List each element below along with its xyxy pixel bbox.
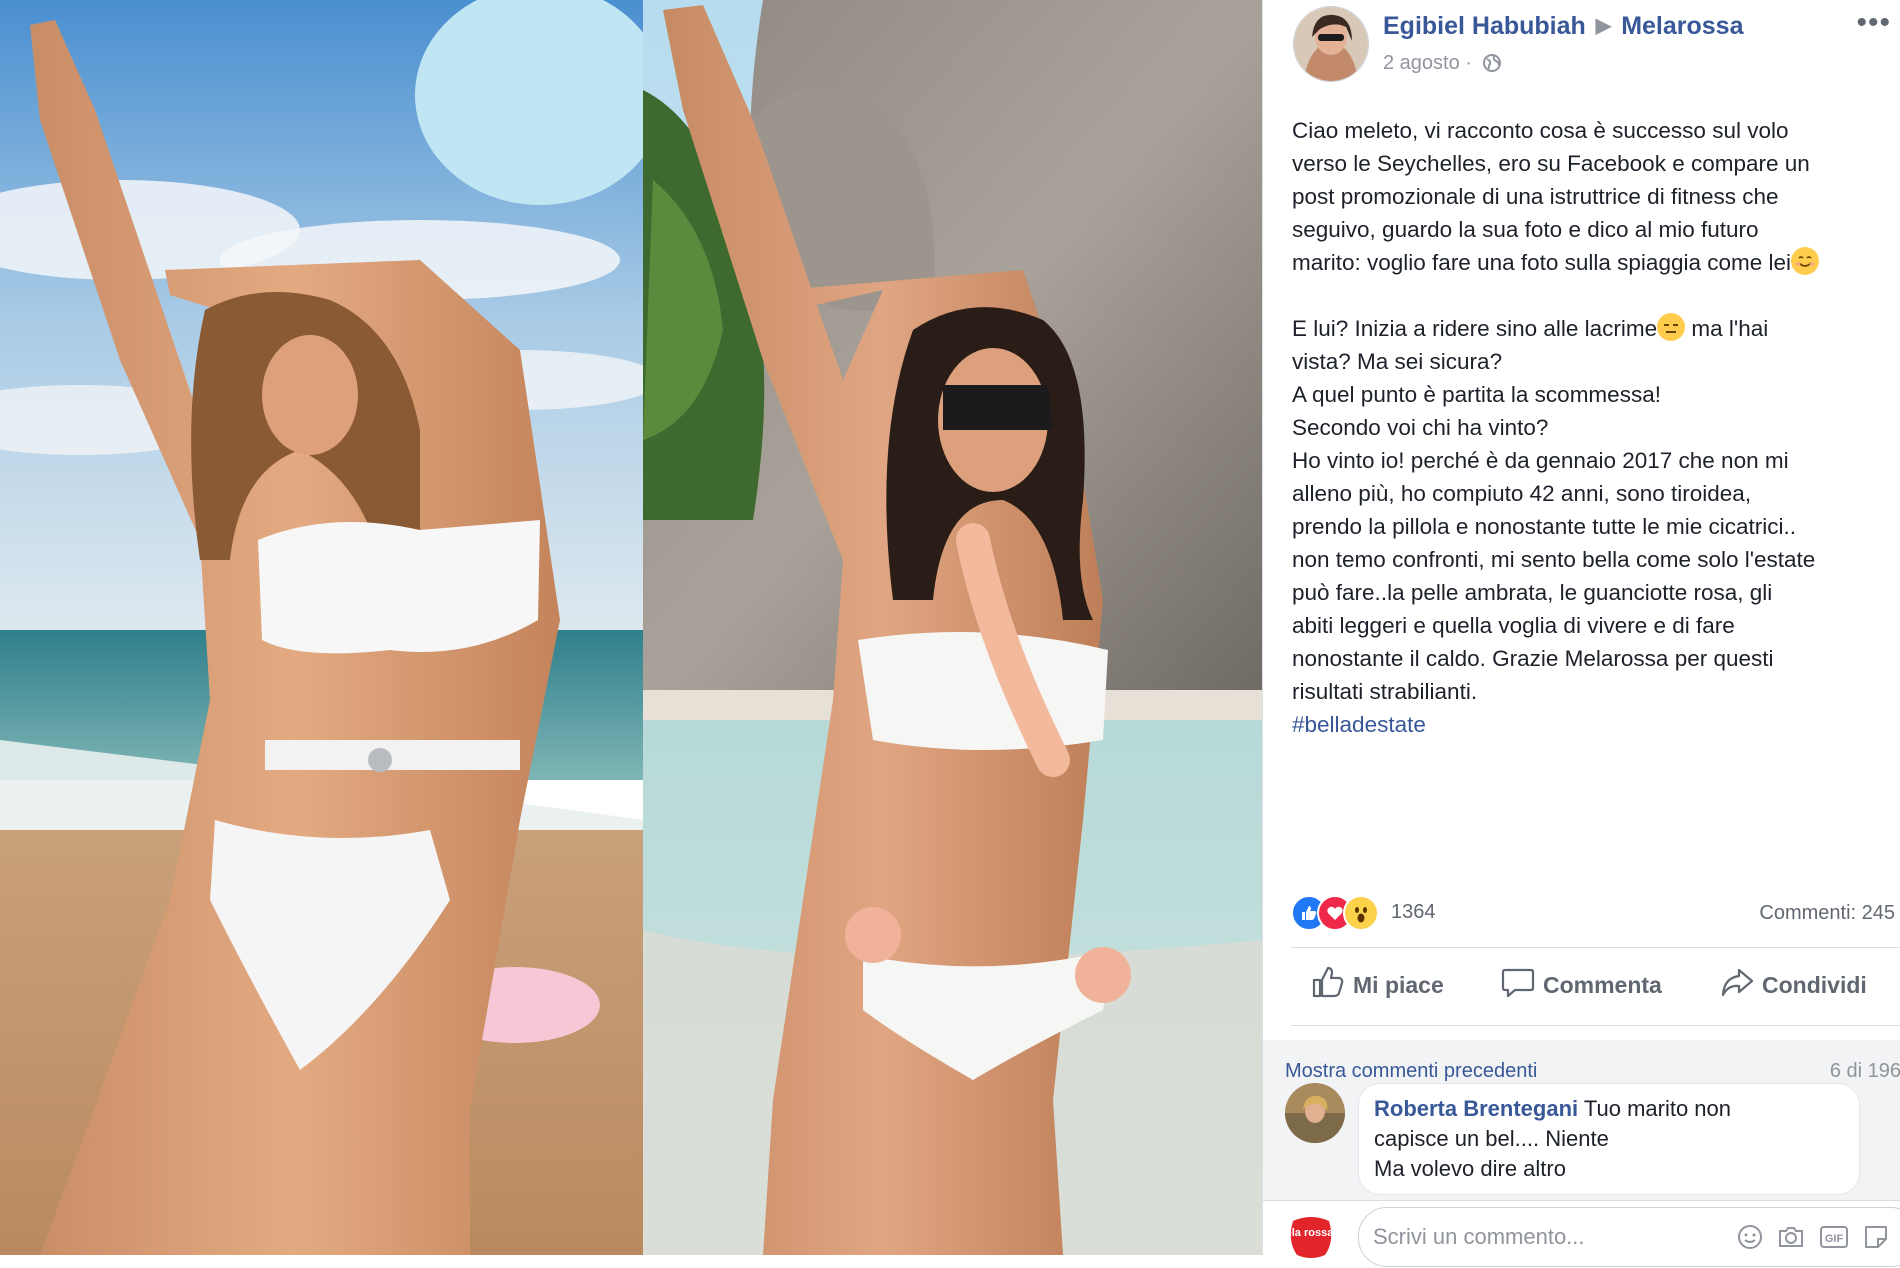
wow-reaction-icon	[1343, 895, 1379, 931]
beach-photo-right	[643, 0, 1262, 1255]
post-hashtag[interactable]: #belladestate	[1292, 708, 1892, 741]
divider	[1291, 1025, 1900, 1026]
comment-line-2: capisce un bel.... Niente	[1374, 1126, 1609, 1151]
post-panel: Egibiel Habubiah ▶ Melarossa 2 agosto · ••…	[1262, 0, 1900, 1267]
post-line: Ho vinto io! perché è da gennaio 2017 ch…	[1292, 448, 1789, 473]
post-line: non temo confronti, mi sento bella come …	[1292, 547, 1816, 572]
author-name[interactable]: Egibiel Habubiah	[1383, 12, 1586, 40]
post-line: alleno più, ho compiuto 42 anni, sono ti…	[1292, 481, 1752, 506]
emoji-smile-icon[interactable]	[1737, 1224, 1763, 1255]
smiling-face-emoji-icon	[1791, 247, 1820, 275]
author-avatar-image	[1294, 7, 1368, 81]
post-line: seguivo, guardo la sua foto e dico al mi…	[1292, 217, 1759, 242]
share-button[interactable]: Condividi	[1720, 965, 1867, 1005]
beach-photo-left	[0, 0, 643, 1255]
post-line: abiti leggeri e quella voglia di vivere …	[1292, 613, 1735, 638]
post-line-text: E lui? Inizia a ridere sino alle lacrime	[1292, 316, 1658, 341]
post-line: verso le Seychelles, ero su Facebook e c…	[1292, 151, 1810, 176]
commenter-avatar[interactable]	[1285, 1083, 1345, 1143]
post-line: può fare..la pelle ambrata, le guanciott…	[1292, 580, 1773, 605]
post-date[interactable]: 2 agosto	[1383, 52, 1460, 74]
comments-page-count: 6 di 196	[1829, 1060, 1900, 1082]
post-line: A quel punto è partita la scommessa!	[1292, 382, 1661, 407]
post-line: vista? Ma sei sicura?	[1292, 349, 1503, 374]
post-line: Ciao meleto, vi racconto cosa è successo…	[1292, 118, 1789, 143]
comment-input-icons: GIF	[1737, 1224, 1889, 1255]
post-line: E lui? Inizia a ridere sino alle lacrime…	[1292, 312, 1892, 345]
post-line: marito: voglio fare una foto sulla spiag…	[1292, 246, 1892, 279]
comment-line-1: Tuo marito non	[1578, 1096, 1732, 1121]
page-name[interactable]: Melarossa	[1621, 12, 1743, 40]
comment-button[interactable]: Commenta	[1501, 965, 1662, 1005]
gif-icon[interactable]: GIF	[1819, 1224, 1849, 1255]
post-line: risultati strabilianti.	[1292, 679, 1478, 704]
divider	[1291, 947, 1900, 948]
post-body: Ciao meleto, vi racconto cosa è successo…	[1292, 114, 1892, 741]
comment-bubble-icon	[1501, 965, 1535, 1005]
write-comment-row: mela rossa .it Scrivi un commento... GIF	[1263, 1200, 1900, 1267]
comment-text: Roberta Brentegani Tuo marito non capisc…	[1374, 1094, 1731, 1184]
share-arrow-icon	[1720, 965, 1754, 1005]
comments-count[interactable]: Commenti: 245	[1759, 902, 1895, 925]
comment-label: Commenta	[1543, 971, 1662, 998]
commenter-name[interactable]: Roberta Brentegani	[1374, 1096, 1578, 1121]
post-line: Secondo voi chi ha vinto?	[1292, 415, 1549, 440]
meta-separator: ·	[1465, 52, 1472, 74]
share-label: Condividi	[1762, 971, 1867, 998]
more-options-icon[interactable]: •••	[1856, 6, 1891, 40]
post-photo-right[interactable]	[643, 0, 1262, 1255]
logo-text: mela rossa .it	[1285, 1227, 1337, 1239]
post-line-text: marito: voglio fare una foto sulla spiag…	[1292, 250, 1792, 275]
post-line-text: ma l'hai	[1685, 316, 1769, 341]
post-line: prendo la pillola e nonostante tutte le …	[1292, 514, 1797, 539]
post-line: post promozionale di una istruttrice di …	[1292, 184, 1779, 209]
camera-icon[interactable]	[1777, 1224, 1805, 1255]
commenter-avatar-image	[1285, 1083, 1345, 1143]
globe-icon[interactable]	[1482, 53, 1502, 79]
thumbs-up-icon	[1311, 965, 1345, 1005]
comment-line-3: Ma volevo dire altro	[1374, 1156, 1566, 1181]
post-meta: 2 agosto ·	[1383, 52, 1502, 79]
comments-section: Mostra commenti precedenti 6 di 196 Robe…	[1263, 1040, 1900, 1267]
like-button[interactable]: Mi piace	[1311, 965, 1444, 1005]
like-label: Mi piace	[1353, 971, 1444, 998]
post-header-names: Egibiel Habubiah ▶ Melarossa	[1383, 12, 1743, 41]
show-previous-comments-link[interactable]: Mostra commenti precedenti	[1285, 1060, 1537, 1083]
comment-input-placeholder: Scrivi un commento...	[1373, 1224, 1585, 1249]
comment-input[interactable]: Scrivi un commento... GIF	[1358, 1207, 1900, 1267]
author-avatar[interactable]	[1293, 6, 1369, 82]
gif-label: GIF	[1825, 1233, 1844, 1245]
sticker-icon[interactable]	[1863, 1224, 1889, 1255]
post-photo-collage[interactable]	[0, 0, 1262, 1255]
caret-right-icon: ▶	[1595, 15, 1612, 37]
post-line: nonostante il caldo. Grazie Melarossa pe…	[1292, 646, 1774, 671]
melarossa-logo: mela rossa .it	[1276, 1211, 1346, 1263]
comment-bubble: Roberta Brentegani Tuo marito non capisc…	[1358, 1083, 1860, 1195]
post-photo-left[interactable]	[0, 0, 643, 1255]
expressionless-face-emoji-icon	[1657, 313, 1686, 341]
reactions-count[interactable]: 1364	[1391, 901, 1436, 924]
